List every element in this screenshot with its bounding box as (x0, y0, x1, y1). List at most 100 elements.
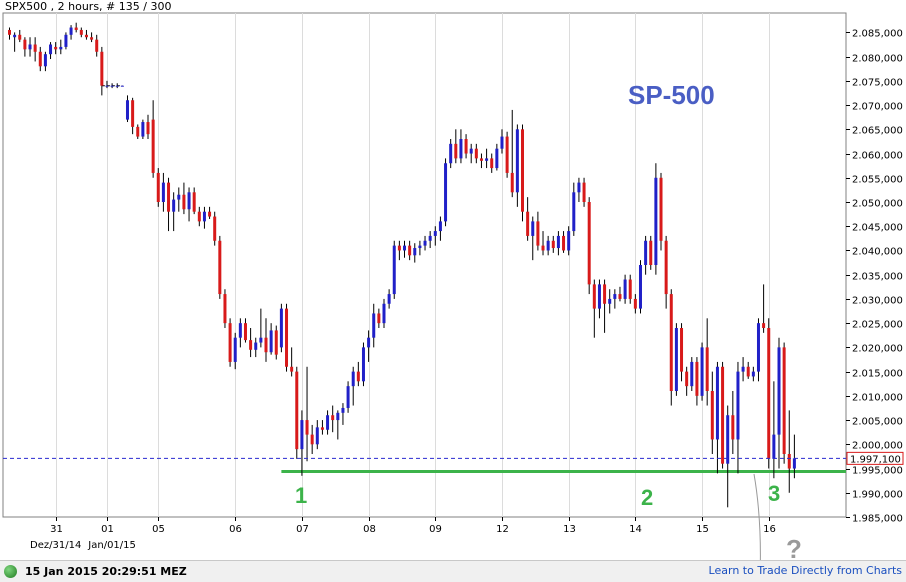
candle-body (213, 216, 217, 241)
candle-body (115, 85, 119, 87)
y-tick-label: 2.060,000 (852, 151, 903, 162)
candle-body (249, 340, 253, 350)
candle-body (669, 294, 673, 391)
candle-body (346, 386, 350, 408)
candle-body (551, 240, 555, 249)
candle-body (505, 136, 509, 173)
candle-body (628, 279, 632, 299)
candle-body (59, 46, 63, 50)
candle-body (715, 366, 719, 440)
plot-area (2, 12, 847, 518)
candle-body (382, 303, 386, 324)
y-tick-label: 1.995,000 (852, 466, 903, 477)
candle-body (695, 361, 699, 396)
candle-body (79, 29, 83, 35)
candle-body (238, 323, 242, 338)
candle-body (326, 415, 330, 430)
x-tick-label: 09 (429, 524, 442, 535)
candle-body (336, 412, 340, 421)
candle-body (767, 328, 771, 459)
candle-body (223, 294, 227, 324)
candle-body (110, 85, 114, 87)
y-tick-label: 2.045,000 (852, 223, 903, 234)
candle-body (356, 371, 360, 382)
y-tick-label: 2.020,000 (852, 344, 903, 355)
candle-body (172, 199, 176, 212)
candle-body (218, 240, 222, 295)
candle-body (397, 245, 401, 251)
y-tick-label: 2.085,000 (852, 29, 903, 40)
y-tick-label: 2.030,000 (852, 296, 903, 307)
candle-body (264, 337, 268, 353)
y-tick-label: 2.010,000 (852, 393, 903, 404)
candle-body (90, 37, 94, 40)
candle-body (392, 245, 396, 295)
candle-body (23, 39, 27, 50)
candle-body (741, 366, 745, 372)
candle-body (479, 158, 483, 161)
x-tick-label: 08 (363, 524, 376, 535)
x-tick-label: 12 (496, 524, 509, 535)
candle-body (572, 192, 576, 232)
candle-body (490, 158, 494, 169)
current-price-label: 1.997,100 (850, 454, 901, 465)
candle-body (74, 27, 78, 30)
y-tick-label: 2.005,000 (852, 417, 903, 428)
candle-body (367, 337, 371, 348)
candle-body (444, 163, 448, 222)
candle-body (120, 85, 124, 87)
y-axis: 2.085,000 2.080,000 2.075,000 2.070,000 2.06… (846, 29, 903, 525)
candle-body (167, 182, 171, 212)
candle-body (526, 211, 530, 236)
candle-body (320, 427, 324, 430)
candle-body (562, 235, 566, 251)
candle-body (433, 231, 437, 236)
candle-body (202, 211, 206, 222)
candle-body (515, 129, 519, 193)
candle-body (438, 221, 442, 232)
candle-body (95, 39, 99, 52)
x-tick-label: 31 (50, 524, 63, 535)
y-tick-label: 1.990,000 (852, 490, 903, 501)
candle-body (18, 34, 22, 40)
candle-body (710, 391, 714, 440)
candle-body (772, 434, 776, 459)
chart-annotation-title: SP-500 (628, 80, 715, 110)
learn-link[interactable]: Learn to Trade Directly from Charts (709, 564, 902, 577)
candle-body (274, 330, 278, 355)
candle-body (751, 371, 755, 377)
y-tick-label: 2.015,000 (852, 369, 903, 380)
candle-body (546, 240, 550, 251)
candle-body (582, 182, 586, 202)
candle-body (8, 29, 11, 35)
candle-body (592, 284, 596, 309)
candle-body (233, 337, 237, 362)
candle-body (469, 148, 473, 154)
candle-body (408, 245, 412, 256)
y-tick-label: 2.000,000 (852, 441, 903, 452)
candle-body (674, 328, 678, 391)
candle-body (649, 240, 653, 265)
candle-body (305, 420, 309, 435)
candle-body (125, 100, 129, 120)
candle-body (331, 415, 335, 421)
candle-body (736, 371, 740, 440)
candle-body (259, 337, 263, 343)
candle-body (510, 172, 514, 193)
candle-body (243, 323, 247, 341)
candle-body (295, 371, 299, 450)
y-tick-label: 1.985,000 (852, 514, 903, 525)
candle-body (64, 34, 68, 47)
candle-body (151, 119, 155, 173)
candle-body (84, 34, 88, 38)
candle-body (279, 308, 283, 348)
candle-body (541, 245, 545, 251)
candle-body (228, 323, 232, 362)
candle-body (623, 279, 627, 299)
candle-body (300, 420, 304, 450)
candle-body (33, 44, 37, 52)
status-bar: 15 Jan 2015 20:29:51 MEZ Learn to Trade … (0, 560, 906, 582)
candle-body (664, 240, 668, 295)
candle-body (644, 240, 648, 265)
x-sub-label: Jan/01/15 (87, 540, 136, 551)
